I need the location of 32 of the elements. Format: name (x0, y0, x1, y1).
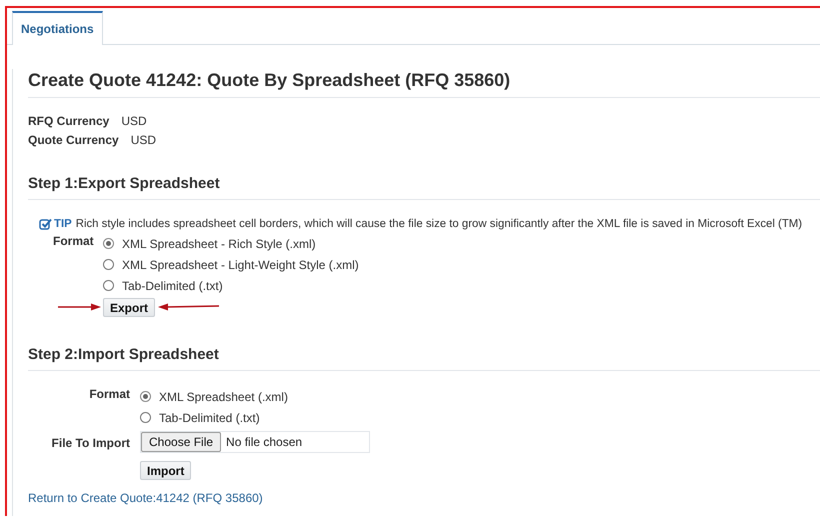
radio-label: Tab-Delimited (.txt) (159, 410, 260, 424)
section-heading: Step 1:Export Spreadsheet (28, 174, 820, 200)
field-label: Format (53, 233, 95, 250)
radio-label: Tab-Delimited (.txt) (122, 278, 223, 292)
import-button[interactable]: Import (140, 461, 192, 480)
export-button[interactable]: Export (103, 298, 156, 317)
field-label: Quote Currency (28, 132, 119, 146)
radio-button[interactable] (103, 259, 114, 270)
field-label: RFQ Currency (28, 114, 110, 128)
choose-file-button[interactable]: Choose File (141, 432, 222, 452)
page-title: Create Quote 41242: Quote By Spreadsheet (RFQ 35860) (28, 69, 820, 98)
tab[interactable]: Negotiations (12, 11, 103, 45)
radio-button[interactable] (140, 412, 151, 423)
return-link[interactable]: Return to Create Quote:41242 (RFQ 35860) (28, 489, 263, 507)
field-value: USD (121, 114, 147, 128)
arrow-icon (58, 303, 101, 311)
tip-label: TIP (54, 218, 72, 230)
field-label: Format (88, 386, 130, 403)
field-label: File To Import (50, 434, 130, 450)
tip-text: Rich style includes spreadsheet cell borders, which will cause the file size to grow significantly after the XML file is saved in Microsoft Excel (TM) (76, 218, 802, 230)
arrow-icon (158, 303, 219, 311)
radio-label: XML Spreadsheet (.xml) (159, 390, 288, 404)
section-heading: Step 2:Import Spreadsheet (28, 345, 820, 371)
field-value: USD (130, 132, 156, 146)
radio-button[interactable] (103, 238, 114, 249)
radio-label: XML Spreadsheet - Rich Style (.xml) (122, 236, 316, 250)
radio-button[interactable] (103, 280, 114, 291)
file-status: No file chosen (226, 435, 302, 449)
file-field[interactable]: Choose File No file chosen (140, 431, 370, 453)
checkbox-tick-icon (39, 218, 52, 230)
radio-label: XML Spreadsheet - Light-Weight Style (.xml) (122, 258, 359, 272)
radio-button[interactable] (140, 391, 151, 402)
